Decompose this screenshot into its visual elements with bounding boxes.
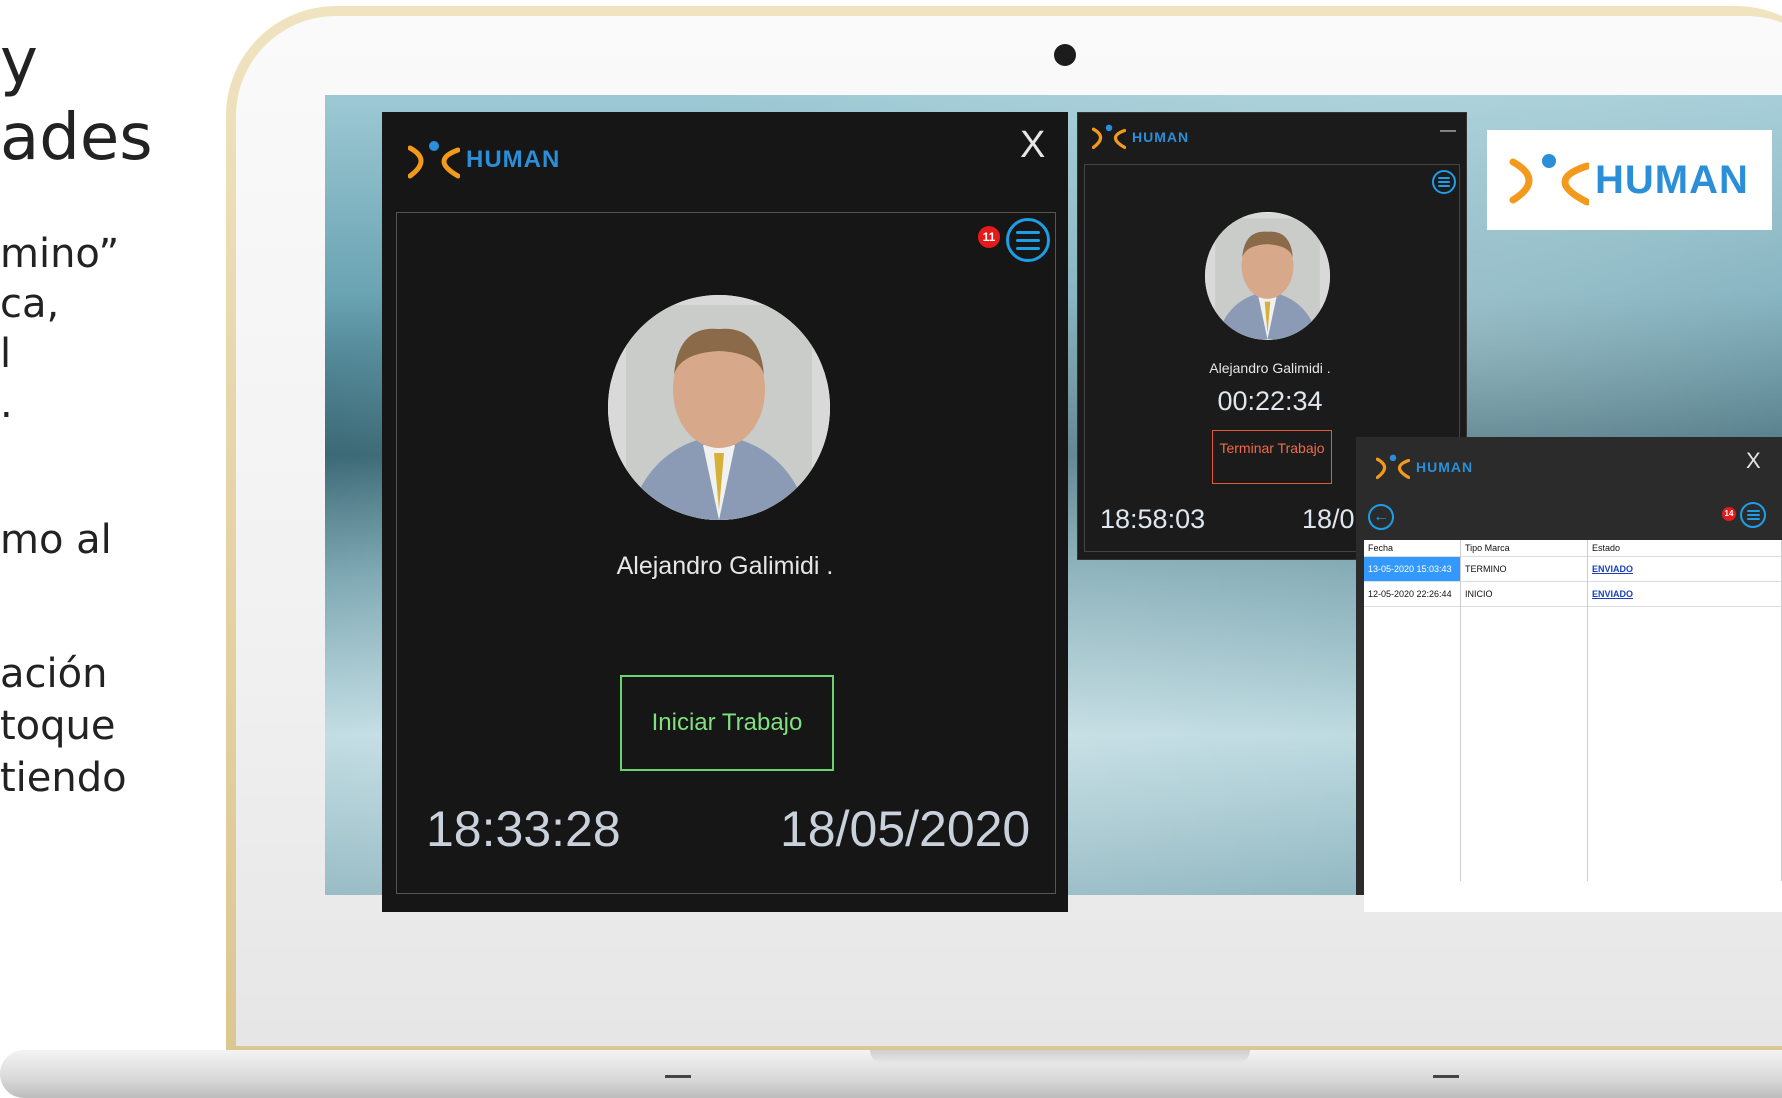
- person-photo-icon: [1205, 212, 1330, 340]
- laptop-foot-left: [665, 1075, 691, 1078]
- human-logo-icon: [407, 140, 461, 180]
- current-date: 18/0: [1302, 504, 1355, 534]
- menu-line: [1438, 181, 1450, 183]
- person-photo-icon: [608, 295, 830, 520]
- empty-cell: [1460, 606, 1588, 881]
- third-window-logo: HUMAN: [1375, 454, 1474, 480]
- table-row-empty: [1364, 606, 1782, 881]
- current-date: 18/05/2020: [780, 801, 1031, 857]
- menu-line: [1438, 185, 1450, 187]
- close-button[interactable]: X: [1020, 124, 1045, 167]
- laptop-foot-right: [1433, 1075, 1459, 1078]
- cell-estado: ENVIADO: [1587, 581, 1782, 607]
- elapsed-time: 00:22:34: [1217, 386, 1323, 416]
- user-avatar: [608, 295, 830, 520]
- user-avatar: [1205, 212, 1330, 340]
- table-row[interactable]: 13-05-2020 15:03:43 TERMINO ENVIADO: [1364, 556, 1782, 582]
- human-logo-icon: [1509, 152, 1591, 208]
- menu-line: [1016, 238, 1040, 242]
- cell-estado: ENVIADO: [1587, 556, 1782, 582]
- laptop-base-notch: [870, 1050, 1250, 1064]
- estado-link[interactable]: ENVIADO: [1592, 589, 1633, 599]
- table-header-row: Fecha Tipo Marca Estado: [1364, 540, 1782, 557]
- marks-table-container: Fecha Tipo Marca Estado 13-05-2020 15:03…: [1364, 540, 1782, 912]
- current-time: 18:58:03: [1100, 504, 1206, 534]
- slide-text-line-6: ación: [0, 651, 108, 697]
- menu-button[interactable]: [1006, 218, 1050, 262]
- column-header: Estado: [1587, 540, 1782, 557]
- menu-line: [1746, 510, 1760, 512]
- menu-line: [1746, 514, 1760, 516]
- user-name: Alejandro Galimidi .: [1209, 360, 1331, 376]
- menu-button[interactable]: [1740, 502, 1766, 528]
- back-arrow-icon[interactable]: ←: [1368, 504, 1394, 530]
- slide-text-line-8: tiendo: [0, 755, 127, 801]
- cell-tipo-marca: TERMINO: [1460, 556, 1588, 582]
- menu-line: [1438, 177, 1450, 179]
- second-window-brand: HUMAN: [1132, 129, 1190, 145]
- close-button[interactable]: X: [1746, 448, 1761, 474]
- estado-link[interactable]: ENVIADO: [1592, 564, 1633, 574]
- empty-cell: [1587, 606, 1782, 881]
- slide-title-line-2: ades: [0, 101, 153, 175]
- marks-table: Fecha Tipo Marca Estado 13-05-2020 15:03…: [1364, 540, 1782, 881]
- slide-text-line-3: l: [0, 331, 12, 377]
- slide-title-line-1: y: [0, 25, 38, 99]
- slide-text-line-1: mino”: [0, 231, 120, 277]
- cell-fecha: 13-05-2020 15:03:43: [1364, 556, 1461, 582]
- empty-cell: [1364, 606, 1461, 881]
- second-window-logo: HUMAN: [1091, 124, 1190, 150]
- main-window-logo: HUMAN: [407, 140, 561, 180]
- menu-line: [1016, 246, 1040, 250]
- stop-work-button[interactable]: Terminar Trabajo: [1212, 430, 1332, 484]
- third-window-brand: HUMAN: [1416, 459, 1474, 475]
- current-time: 18:33:28: [426, 801, 621, 857]
- slide-text-line-7: toque: [0, 703, 116, 749]
- user-name: Alejandro Galimidi .: [616, 552, 834, 580]
- brand-logo-box: HUMAN: [1487, 130, 1772, 230]
- notification-badge: 14: [1722, 507, 1736, 521]
- camera-icon: [1054, 44, 1076, 66]
- menu-button[interactable]: [1432, 170, 1456, 194]
- notification-badge: 11: [978, 226, 1000, 248]
- slide-text-line-4: .: [0, 381, 13, 427]
- menu-line: [1016, 230, 1040, 234]
- minimize-button[interactable]: —: [1440, 122, 1456, 140]
- slide-text-line-2: ca,: [0, 281, 60, 327]
- brand-logo: HUMAN: [1509, 152, 1749, 208]
- brand-name: HUMAN: [1595, 157, 1749, 202]
- main-window-brand: HUMAN: [466, 146, 561, 173]
- human-logo-icon: [1091, 124, 1127, 150]
- column-header: Tipo Marca: [1460, 540, 1588, 557]
- start-work-button[interactable]: Iniciar Trabajo: [620, 675, 834, 771]
- slide-text-line-5: mo al: [0, 517, 112, 563]
- human-logo-icon: [1375, 454, 1411, 480]
- table-row[interactable]: 12-05-2020 22:26:44 INICIO ENVIADO: [1364, 581, 1782, 607]
- cell-fecha: 12-05-2020 22:26:44: [1364, 581, 1461, 607]
- menu-line: [1746, 518, 1760, 520]
- column-header: Fecha: [1364, 540, 1461, 557]
- cell-tipo-marca: INICIO: [1460, 581, 1588, 607]
